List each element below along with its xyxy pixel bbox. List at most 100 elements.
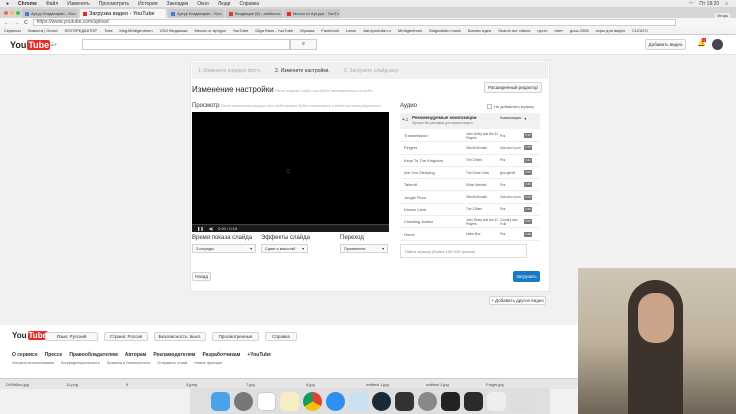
camera-icon[interactable] [395,391,414,411]
bookmark[interactable]: дочь 2008 [570,28,589,33]
bookmark[interactable]: Музыка [300,28,314,33]
download-item[interactable]: 7.jpg [240,382,300,387]
download-item[interactable]: untitled 1.jpg [360,382,420,387]
download-item[interactable]: untitled 1.jpg [420,382,480,387]
song-row[interactable]: Fingers Otis McDonald Хип-хоп и рэп 1:55 [400,142,540,155]
app-icon[interactable] [487,391,506,411]
bookmark[interactable]: CLEATO [632,28,648,33]
browser-tab[interactable]: Месси от Артура - YouTu [284,9,340,18]
launchpad-icon[interactable] [234,391,253,411]
song-row[interactable]: Jungle Floor Otis McDonald Хип-хоп и рэп 2:… [400,191,540,204]
bookmark[interactable]: Search our videos [498,28,530,33]
pause-icon[interactable]: ❚❚ [197,226,204,231]
zoom-icon[interactable] [16,11,20,15]
video-preview[interactable]: ◌ ❚❚ ◀) 0:00 / 0:18 [192,112,389,232]
bookmark[interactable]: Learn [346,28,356,33]
close-window-icon[interactable] [4,11,8,15]
bookmark[interactable]: VSO Вездешки [160,28,188,33]
download-item[interactable]: 6.jpg [300,382,360,387]
footer-link[interactable]: Новые функции [194,361,222,365]
search-input[interactable] [82,39,290,50]
bookmark[interactable]: Новости | Gorod [28,28,58,33]
steam-icon[interactable] [372,391,391,411]
bookmark[interactable]: серы для видео [596,28,626,33]
transition-select[interactable]: Проявление ▾ [340,244,388,253]
chrome-icon[interactable] [303,391,322,411]
song-row[interactable]: Takeoff Ethan Meixsell Рок 2:46 [400,179,540,192]
footer-link[interactable]: Прессе [45,352,63,358]
bookmark[interactable]: Olga Rass - YouTube [255,28,293,33]
bookmark[interactable]: ФОТОРЕДАКТОР [64,28,97,33]
system-preferences-icon[interactable] [418,391,437,411]
duration-select[interactable]: 3 секунды ▾ [192,244,256,253]
footer-link[interactable]: Рекламодателям [153,352,195,358]
reload-icon[interactable]: C [24,20,28,26]
safety-button[interactable]: Безопасность: выкл. [154,332,206,341]
volume-icon[interactable]: ◀) [209,226,213,231]
calendar-icon[interactable] [257,391,276,411]
final-cut-icon[interactable] [464,391,483,411]
app-icon[interactable] [441,391,460,411]
bookmark[interactable]: инет [555,28,563,33]
download-item[interactable]: 3.jpeg [180,382,240,387]
guide-menu-icon[interactable]: ☰▾ [50,42,57,48]
app-store-icon[interactable] [326,391,345,411]
bookmark[interactable]: Месси от Артура [195,28,226,33]
back-icon[interactable]: ← [4,20,9,26]
music-search-input[interactable]: Найти музыку (более 150 000 треков) [400,244,527,258]
song-row[interactable]: Cheating Juarez John Deley and the 41 Pla… [400,216,540,229]
search-button[interactable]: ⌕ [290,39,317,50]
help-button[interactable]: Справка [265,332,297,341]
song-row[interactable]: Transmission John Deley and the 41 Player… [400,130,540,143]
song-row[interactable]: Keys To The Kingdom The 126ers Рок 3:42 [400,155,540,167]
bookmark[interactable]: Facebook [321,28,339,33]
browser-tab-active[interactable]: Загрузка видео - YouTube [80,9,166,18]
footer-youtube-logo[interactable]: You Tube [12,331,49,340]
footer-link[interactable]: Правила и безопасность [107,361,151,365]
bookmark[interactable]: Magnolistic music [429,28,461,33]
footer-link[interactable]: Конфиденциальность [61,361,100,365]
song-row[interactable]: Are You Sleeping The Green Orbs Для детей 2… [400,167,540,180]
youtube-logo[interactable]: You Tube RU [10,40,55,50]
url-input[interactable]: https://www.youtube.com/upload [32,19,676,26]
song-row[interactable]: Home Letter Box Рок 2:39 [400,228,540,241]
step-1[interactable]: 1. Измените порядок фото. [198,68,261,74]
category-dropdown[interactable]: Композиции ▾ [500,116,526,121]
preview-icon[interactable] [349,391,368,411]
forward-icon[interactable]: → [14,20,19,26]
bookmark[interactable]: blog.MrIdigentmen [120,28,153,33]
download-item[interactable]: Folger.jpg [480,382,540,387]
trash-icon[interactable] [510,391,529,411]
footer-link[interactable]: Правообладателям [69,352,117,358]
footer-link[interactable]: +YouTube [247,352,271,358]
back-button[interactable]: Назад [192,272,211,281]
upload-video-button[interactable]: Добавить видео [645,39,686,50]
avatar[interactable] [712,39,723,50]
bookmark[interactable]: Тата [104,28,112,33]
download-item[interactable]: DV8b5cd.jpg [0,382,60,387]
bookmark[interactable]: MrIdigentmen [398,28,422,33]
notes-icon[interactable] [280,391,299,411]
add-other-video-button[interactable]: + Добавить другое видео [489,296,546,305]
footer-link[interactable]: Авторам [125,352,147,358]
finder-icon[interactable] [211,391,230,411]
footer-link[interactable]: Отправить отзыв [157,361,187,365]
footer-link[interactable]: Условия использования [12,361,54,365]
minimize-icon[interactable] [10,11,14,15]
song-row[interactable]: Dream Land The 126ers Рок 2:34 [400,204,540,217]
country-button[interactable]: Страна: Россия [104,332,148,341]
browser-tab[interactable]: Входящие (6) - ambiencc [226,9,282,18]
no-music-checkbox[interactable] [487,104,492,109]
download-item[interactable]: 9 [120,382,180,387]
browser-tab[interactable]: Артур Богдасарян - Goo [22,9,78,18]
footer-link[interactable]: Разработчикам [202,352,240,358]
bookmark[interactable]: пусто [537,28,547,33]
bookmark[interactable]: Автоyoutube.ru [363,28,391,33]
footer-link[interactable]: О сервисе [12,352,38,358]
bookmark[interactable]: Бизнес идеи [468,28,491,33]
bookmark[interactable]: YouTube [233,28,249,33]
history-button[interactable]: Просмотренные [212,332,259,341]
advanced-editor-button[interactable]: Расширенный редактор [484,82,542,93]
browser-tab[interactable]: Артур Богдасарян - Goo [168,9,224,18]
language-button[interactable]: Язык: Русский [45,332,98,341]
